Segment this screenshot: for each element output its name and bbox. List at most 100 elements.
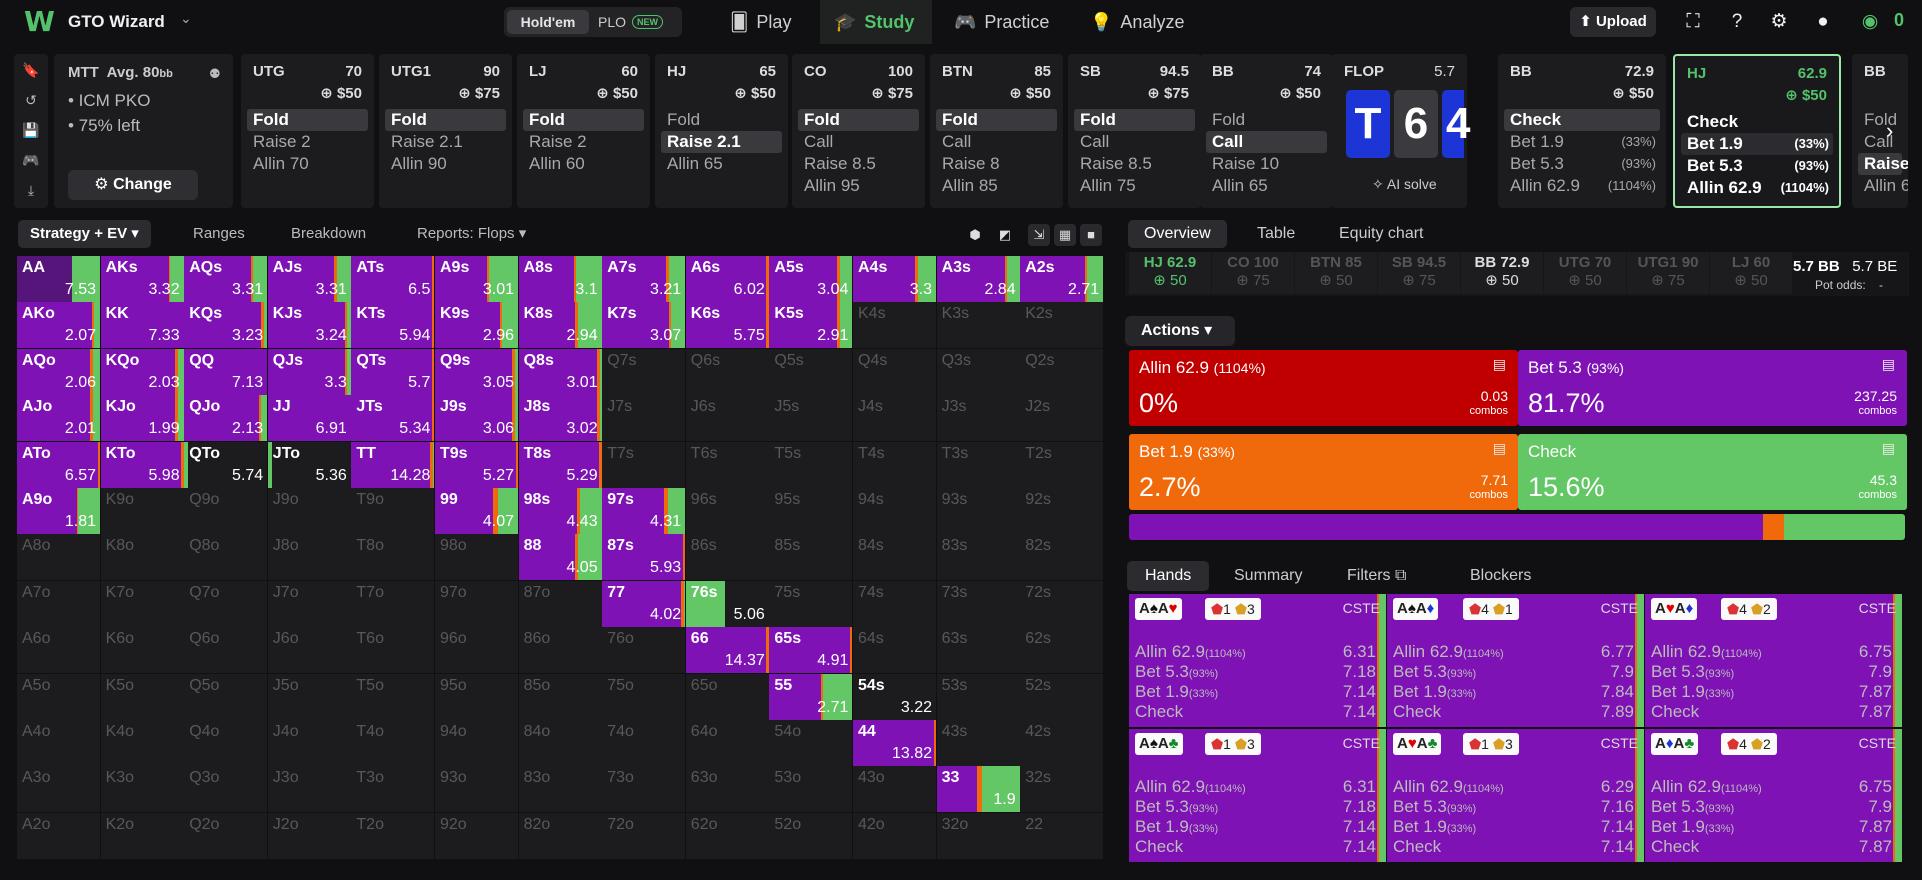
hand-cell[interactable]: K2s (1020, 302, 1104, 349)
details-icon[interactable]: ▤ (1882, 356, 1895, 373)
hand-cell[interactable]: 32o (936, 812, 1020, 859)
hand-cell[interactable]: T5o (351, 673, 435, 720)
hand-cell[interactable]: J8s 3.02 (518, 395, 602, 442)
hand-cell[interactable]: A6s 6.02 (685, 256, 769, 302)
hand-cell[interactable]: A9s 3.01 (435, 256, 518, 302)
action-option[interactable]: Fold (1206, 109, 1327, 131)
hand-cell[interactable]: Q4o (184, 720, 268, 766)
actions-dropdown[interactable]: Actions ▾ (1125, 316, 1235, 346)
tab-table[interactable]: Table (1257, 220, 1295, 248)
hand-cell[interactable]: 43s (936, 720, 1020, 766)
hand-cell[interactable]: 53o (769, 766, 853, 813)
hand-cell[interactable]: Q2o (184, 812, 268, 859)
hand-cell[interactable]: 97s 4.31 (602, 488, 686, 534)
cube-icon[interactable]: ⬢ (964, 224, 986, 246)
collapse-icon[interactable]: ⤓ (14, 176, 48, 204)
nav-practice[interactable]: 🎮 Practice (954, 0, 1058, 44)
hand-cell[interactable]: T8s 5.29 (518, 441, 602, 488)
hand-cell[interactable]: 94o (435, 720, 518, 766)
hand-cell[interactable]: KQo 2.03 (100, 348, 184, 395)
hand-cell[interactable]: Q3o (184, 766, 268, 813)
help-icon[interactable]: ? (1724, 9, 1750, 35)
hand-combo-cell[interactable]: A♠A♣ ⬟1 ⬟3 CSTE Allin 62.9(1104%) 6.31 Bet 5.… (1129, 729, 1386, 862)
hand-cell[interactable]: A7s 3.21 (602, 256, 686, 302)
details-icon[interactable]: ▤ (1493, 356, 1506, 373)
action-option[interactable]: Raise 2 (523, 131, 644, 153)
tab-ranges[interactable]: Ranges (193, 220, 245, 248)
hand-cell[interactable]: QTo 5.74 (184, 441, 268, 488)
hand-cell[interactable]: 93o (435, 766, 518, 813)
hand-cell[interactable]: T6s (685, 441, 769, 488)
tab-hands[interactable]: Hands (1127, 561, 1210, 591)
action-option[interactable]: Bet 1.9 (33%) (1681, 133, 1833, 155)
hand-cell[interactable]: 64s (853, 627, 936, 674)
hand-cell[interactable]: QTs 5.7 (351, 348, 435, 395)
hand-cell[interactable]: J3s (936, 395, 1020, 442)
hand-combo-cell[interactable]: A♠A♦ ⬟4 ⬟1 CSTE Allin 62.9(1104%) 6.77 Bet 5.… (1387, 594, 1644, 727)
hand-cell[interactable]: K6s 5.75 (685, 302, 769, 349)
hand-cell[interactable]: 93s (936, 488, 1020, 534)
hand-combo-cell[interactable]: A♥A♣ ⬟1 ⬟3 CSTE Allin 62.9(1104%) 6.29 Bet 5.… (1387, 729, 1644, 862)
hand-combo-cell[interactable]: A♦A♣ ⬟4 ⬟2 CSTE Allin 62.9(1104%) 6.75 Bet 5.… (1645, 729, 1902, 862)
position-card-lj[interactable]: LJ 60 ⊕ $50 Fold Raise 2 Allin 60 (517, 54, 650, 208)
hand-cell[interactable]: 92o (435, 812, 518, 859)
position-card-btn[interactable]: BTN 85 ⊕ $50 Fold Call Raise 8 Allin 85 (930, 54, 1063, 208)
hand-cell[interactable]: 63o (685, 766, 769, 813)
hand-cell[interactable]: 62o (685, 812, 769, 859)
hand-cell[interactable]: 85s (769, 534, 853, 581)
hand-cell[interactable]: 82o (518, 812, 602, 859)
hand-cell[interactable]: K8s 2.94 (518, 302, 602, 349)
tab-blockers[interactable]: Blockers (1470, 561, 1531, 591)
action-option[interactable]: Allin 90 (385, 153, 506, 175)
action-option[interactable]: Raise 2 (247, 131, 368, 153)
stack-box[interactable]: HJ 62.9 ⊕ 50 (1129, 252, 1211, 294)
stack-box[interactable]: UTG1 90 ⊕ 75 (1627, 252, 1709, 294)
hand-cell[interactable]: 52s (1020, 673, 1104, 720)
stack-box[interactable]: LJ 60 ⊕ 50 (1710, 252, 1792, 294)
screenshot-icon[interactable]: ⛶ (1680, 9, 1706, 35)
change-button[interactable]: ⚙ Change (68, 170, 198, 200)
hand-cell[interactable]: A6o (17, 627, 100, 674)
position-card-utg1[interactable]: UTG1 90 ⊕ $75 Fold Raise 2.1 Allin 90 (379, 54, 512, 208)
hand-cell[interactable]: J6s (685, 395, 769, 442)
hand-cell[interactable]: J7o (267, 580, 351, 627)
action-option[interactable]: Allin 95 (798, 175, 919, 197)
postflop-card-bb[interactable]: BB 72.9 ⊕ $50 Check Bet 1.9 (33%) Bet 5.3 (93%)… (1498, 54, 1666, 208)
hand-cell[interactable]: A2s 2.71 (1020, 256, 1104, 302)
action-option[interactable]: Fold (936, 109, 1057, 131)
hand-cell[interactable]: Q9s 3.05 (435, 348, 518, 395)
hand-cell[interactable]: 74s (853, 580, 936, 627)
details-icon[interactable]: ▤ (1493, 440, 1506, 457)
hand-cell[interactable]: ATo 6.57 (17, 441, 100, 488)
gamepad-icon[interactable]: 🎮 (14, 146, 48, 174)
hand-cell[interactable]: 64o (685, 720, 769, 766)
square-icon[interactable]: ■ (1080, 224, 1102, 246)
hand-cell[interactable]: K3s (936, 302, 1020, 349)
hand-cell[interactable]: A4o (17, 720, 100, 766)
action-option[interactable]: Raise 10 (1206, 153, 1327, 175)
hand-cell[interactable]: K5o (100, 673, 184, 720)
action-option[interactable]: Raise 8.5 (1074, 153, 1195, 175)
hand-cell[interactable]: 99 4.07 (435, 488, 518, 534)
hand-cell[interactable]: Q7o (184, 580, 268, 627)
hand-cell[interactable]: KK 7.33 (100, 302, 184, 349)
hand-cell[interactable]: J9s 3.06 (435, 395, 518, 442)
nav-study[interactable]: 🎓 Study (820, 0, 932, 44)
hand-cell[interactable]: 95s (769, 488, 853, 534)
upload-button[interactable]: ⬆ Upload (1570, 7, 1656, 37)
action-option[interactable]: Fold (798, 109, 919, 131)
hand-cell[interactable]: J9o (267, 488, 351, 534)
action-option[interactable]: Fold (247, 109, 368, 131)
hand-cell[interactable]: T7o (351, 580, 435, 627)
hand-cell[interactable]: 63s (936, 627, 1020, 674)
hand-cell[interactable]: TT 14.28 (351, 441, 435, 488)
hand-cell[interactable]: 96s (685, 488, 769, 534)
tab-reports[interactable]: Reports: Flops ▾ (417, 220, 526, 248)
hand-cell[interactable]: K3o (100, 766, 184, 813)
details-icon[interactable]: ▤ (1882, 440, 1895, 457)
action-option[interactable]: Raise 8 (936, 153, 1057, 175)
hand-cell[interactable]: J5o (267, 673, 351, 720)
hand-cell[interactable]: 73s (936, 580, 1020, 627)
hand-cell[interactable]: 88 4.05 (518, 534, 602, 581)
hand-cell[interactable]: KJo 1.99 (100, 395, 184, 442)
